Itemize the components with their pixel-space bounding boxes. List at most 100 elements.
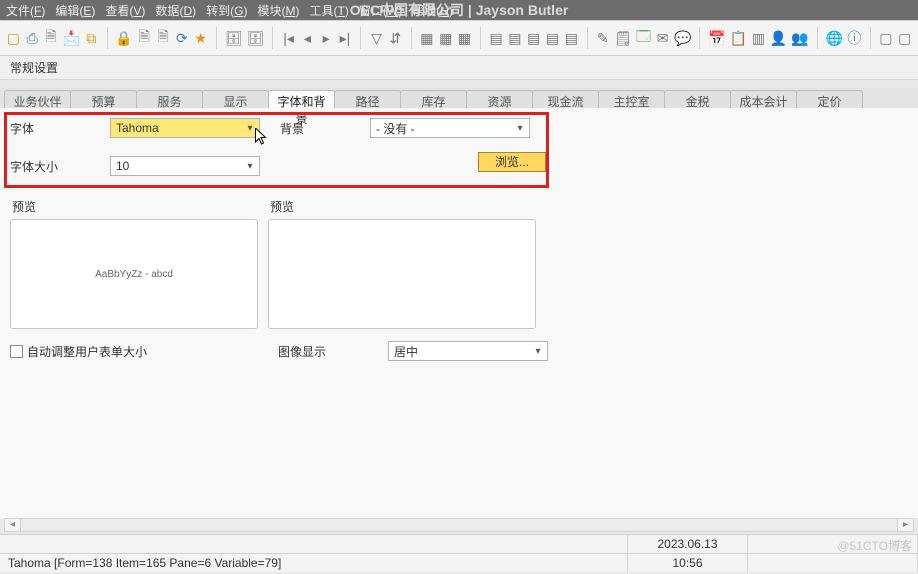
tool-4-icon[interactable]: ▤ xyxy=(545,28,560,48)
send-icon[interactable]: 📩 xyxy=(62,28,79,48)
menu-file[interactable]: 文件(F) xyxy=(6,2,45,19)
prev-icon[interactable]: ◂ xyxy=(300,28,315,48)
user-icon[interactable]: 👤 xyxy=(770,28,787,48)
status-time: 10:56 xyxy=(628,554,748,572)
tool-3-icon[interactable]: ▤ xyxy=(526,28,541,48)
tab-path[interactable]: 路径 xyxy=(334,90,401,108)
menu-edit[interactable]: 编辑(E) xyxy=(55,2,95,19)
tab-cockpit[interactable]: 主控室 xyxy=(598,90,665,108)
filter-icon[interactable]: ▽ xyxy=(369,28,384,48)
font-combo[interactable]: Tahoma ▾ xyxy=(110,118,260,138)
tab-font-background[interactable]: 字体和背景 xyxy=(268,90,335,108)
fontsize-label: 字体大小 xyxy=(10,158,110,175)
tab-content: 字体 Tahoma ▾ 背景 - 没有 - ▾ 浏览... 字体大小 xyxy=(0,108,918,518)
tab-inventory[interactable]: 库存 xyxy=(400,90,467,108)
note-icon[interactable]: 🗒 xyxy=(614,28,632,48)
tool-2-icon[interactable]: ▤ xyxy=(507,28,522,48)
refresh-icon[interactable]: ⟳ xyxy=(174,28,189,48)
tab-budget[interactable]: 预算 xyxy=(70,90,137,108)
grid-3-icon[interactable]: ▦ xyxy=(457,28,472,48)
lock-icon[interactable]: 🔒 xyxy=(115,28,132,48)
toolbar: ▢ ⎙ 🗎 📩 ⧉ 🔒 🗎 🗎 ⟳ ★ 🗄 🗄 |◂ ◂ ▸ ▸| ▽ ⇵ ▦ … xyxy=(0,20,918,56)
next-icon[interactable]: ▸ xyxy=(319,28,334,48)
tool-5-icon[interactable]: ▤ xyxy=(564,28,579,48)
status-date: 2023.06.13 xyxy=(628,535,748,553)
first-icon[interactable]: |◂ xyxy=(281,28,296,48)
separator-icon xyxy=(817,27,818,49)
image-display-label: 图像显示 xyxy=(278,343,378,360)
tab-strip: 业务伙伴 预算 服务 显示 字体和背景 路径 库存 资源 现金流 主控室 金税 … xyxy=(0,88,918,108)
sort-icon[interactable]: ⇵ xyxy=(388,28,403,48)
scroll-left-icon[interactable]: ◂ xyxy=(5,519,21,531)
browse-button[interactable]: 浏览... xyxy=(478,152,546,172)
doc-1-icon[interactable]: 🗎 xyxy=(137,28,152,48)
pencil-icon[interactable]: ✎ xyxy=(595,28,610,48)
copy-icon[interactable]: ⧉ xyxy=(84,28,99,48)
status-empty xyxy=(0,535,628,553)
calendar-icon[interactable]: 📅 xyxy=(708,28,725,48)
background-combo[interactable]: - 没有 - ▾ xyxy=(370,118,530,138)
horizontal-scrollbar[interactable]: ◂ ▸ xyxy=(4,518,914,532)
file-b-icon[interactable]: 🗄 xyxy=(247,28,265,48)
auto-resize-label: 自动调整用户表单大小 xyxy=(27,343,147,360)
grid-1-icon[interactable]: ▦ xyxy=(419,28,434,48)
tab-pricing[interactable]: 定价 xyxy=(796,90,863,108)
mail-icon[interactable]: ✉ xyxy=(655,28,670,48)
menu-goto[interactable]: 转到(G) xyxy=(206,2,247,19)
chevron-down-icon: ▾ xyxy=(243,121,257,135)
chevron-down-icon: ▾ xyxy=(513,121,527,135)
preview-label-1: 预览 xyxy=(10,198,258,215)
tab-cost-accounting[interactable]: 成本会计 xyxy=(730,90,797,108)
separator-icon xyxy=(480,27,481,49)
help-icon[interactable]: ⓘ xyxy=(847,28,862,48)
separator-icon xyxy=(699,27,700,49)
panel-header: 常规设置 xyxy=(0,56,918,80)
separator-icon xyxy=(360,27,361,49)
tab-cashflow[interactable]: 现金流 xyxy=(532,90,599,108)
menu-module[interactable]: 模块(M) xyxy=(257,2,299,19)
statusbar: 2023.06.13 Tahoma [Form=138 Item=165 Pan… xyxy=(0,534,918,574)
image-display-combo[interactable]: 居中 ▾ xyxy=(388,341,548,361)
separator-icon xyxy=(272,27,273,49)
tool-1-icon[interactable]: ▤ xyxy=(489,28,504,48)
preview-sample-text: AaBbYyZz - abcd xyxy=(95,269,173,280)
menu-view[interactable]: 查看(V) xyxy=(105,2,145,19)
last-icon[interactable]: ▸| xyxy=(338,28,353,48)
report-icon[interactable]: ▥ xyxy=(751,28,766,48)
users-icon[interactable]: 👥 xyxy=(791,28,808,48)
browser-icon[interactable]: 🌐 xyxy=(826,28,843,48)
menubar: 文件(F) 编辑(E) 查看(V) 数据(D) 转到(G) 模块(M) 工具(T… xyxy=(0,0,918,20)
separator-icon xyxy=(587,27,588,49)
tab-business-partner[interactable]: 业务伙伴 xyxy=(4,90,71,108)
image-display-value: 居中 xyxy=(394,343,418,360)
preview-icon[interactable]: 🗎 xyxy=(44,28,59,48)
doc-2-icon[interactable]: 🗎 xyxy=(156,28,171,48)
auto-resize-checkbox[interactable] xyxy=(10,345,23,358)
font-value: Tahoma xyxy=(116,121,159,135)
chevron-down-icon: ▾ xyxy=(243,159,257,173)
fontsize-value: 10 xyxy=(116,159,129,173)
menu-tools[interactable]: 工具(T) xyxy=(309,2,348,19)
scroll-right-icon[interactable]: ▸ xyxy=(897,519,913,531)
menu-data[interactable]: 数据(D) xyxy=(155,2,196,19)
separator-icon xyxy=(411,27,412,49)
grid-2-icon[interactable]: ▦ xyxy=(438,28,453,48)
font-preview-box: AaBbYyZz - abcd xyxy=(10,219,258,329)
alerts-icon[interactable]: 📋 xyxy=(730,28,747,48)
background-preview-box xyxy=(268,219,536,329)
sheet-icon[interactable]: 🗔 xyxy=(636,28,651,48)
background-value: - 没有 - xyxy=(376,120,415,137)
print-icon[interactable]: ⎙ xyxy=(25,28,40,48)
tab-display[interactable]: 显示 xyxy=(202,90,269,108)
tab-resources[interactable]: 资源 xyxy=(466,90,533,108)
tab-tax[interactable]: 金税 xyxy=(664,90,731,108)
fontsize-combo[interactable]: 10 ▾ xyxy=(110,156,260,176)
file-a-icon[interactable]: 🗄 xyxy=(225,28,243,48)
chat-icon[interactable]: 💬 xyxy=(674,28,691,48)
settings-b-icon[interactable]: ▢ xyxy=(897,28,912,48)
stamp-icon[interactable]: ★ xyxy=(193,28,208,48)
watermark: @51CTO博客 xyxy=(837,537,912,554)
new-doc-icon[interactable]: ▢ xyxy=(6,28,21,48)
tab-service[interactable]: 服务 xyxy=(136,90,203,108)
settings-a-icon[interactable]: ▢ xyxy=(879,28,894,48)
